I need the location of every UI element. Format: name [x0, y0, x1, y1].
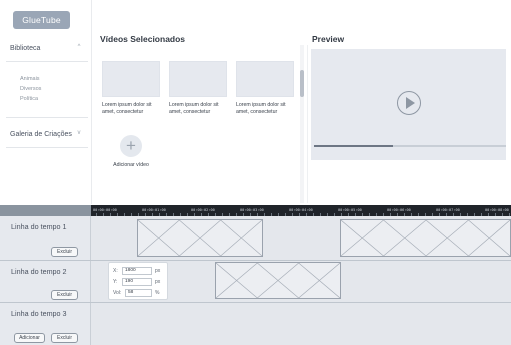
app-logo[interactable]: GlueTube [13, 11, 70, 29]
video-card[interactable]: Lorem ipsum dolor sit amet, consectetur [236, 61, 294, 115]
clip-placeholder-icon [138, 220, 262, 256]
timeline-tick-label: 00:00:03:00 [240, 208, 264, 212]
track-separator [0, 260, 511, 261]
clip-placeholder-icon [216, 263, 340, 298]
video-thumbnail[interactable] [236, 61, 294, 97]
transform-x-row: X: 1800 px [113, 266, 163, 275]
preview-progress-fill[interactable] [314, 145, 393, 147]
chevron-up-icon: ^ [77, 44, 81, 50]
video-card-text: Lorem ipsum dolor sit amet, consectetur [236, 102, 286, 115]
videos-scrollbar-track[interactable] [300, 45, 304, 203]
sidebar-item-politica[interactable]: Política [20, 96, 38, 102]
video-card[interactable]: Lorem ipsum dolor sit amet, consectetur [169, 61, 227, 115]
play-icon [406, 97, 415, 109]
video-card[interactable]: Lorem ipsum dolor sit amet, consectetur [102, 61, 160, 115]
preview-title: Preview [312, 34, 345, 44]
panel-divider [307, 45, 308, 203]
timeline-clip[interactable] [215, 262, 341, 299]
timeline-clip[interactable] [340, 219, 511, 257]
timeline-clip[interactable] [137, 219, 263, 257]
transform-vol-input[interactable]: 58 [125, 288, 152, 297]
track-separator [0, 302, 511, 303]
transform-x-input[interactable]: 1800 [122, 266, 152, 275]
transform-y-label: Y: [113, 278, 118, 285]
chevron-down-icon: v [77, 130, 81, 136]
clip-placeholder-icon [341, 220, 510, 256]
transform-vol-row: Vol: 58 % [113, 288, 163, 297]
timeline-tick-label: 00:00:05:00 [338, 208, 362, 212]
add-track-button[interactable]: Adicionar [14, 333, 45, 343]
sidebar-divider [6, 61, 88, 62]
add-video-label[interactable]: Adicionar vídeo [97, 162, 165, 168]
track-area-3[interactable] [91, 303, 511, 345]
delete-track-button[interactable]: Excluir [51, 290, 78, 300]
add-video-button[interactable]: + [120, 135, 142, 157]
transform-vol-unit: % [155, 289, 160, 296]
sidebar-divider [6, 117, 88, 118]
transform-y-row: Y: 190 px [113, 277, 163, 286]
video-card-text: Lorem ipsum dolor sit amet, consectetur [102, 102, 152, 115]
sidebar-gallery-header[interactable]: Galeria de Criações v [0, 123, 92, 145]
clip-transform-popup: X: 1800 px Y: 190 px Vol: 58 % [108, 262, 168, 300]
timeline-tick-label: 00:00:07:00 [436, 208, 460, 212]
video-thumbnail[interactable] [102, 61, 160, 97]
transform-x-unit: px [155, 267, 161, 274]
sidebar-library-header[interactable]: Biblioteca ^ [0, 37, 92, 59]
video-card-text: Lorem ipsum dolor sit amet, consectetur [169, 102, 219, 115]
plus-icon: + [126, 136, 136, 155]
timeline-tick-label: 00:00:04:00 [289, 208, 313, 212]
track-name: Linha do tempo 1 [11, 222, 67, 231]
timeline-tick-label: 00:00:08:00 [485, 208, 509, 212]
video-thumbnail[interactable] [169, 61, 227, 97]
sidebar: GlueTube Biblioteca ^ Animais Diversos P… [0, 0, 92, 204]
timeline-tick-label: 00:00:02:00 [191, 208, 215, 212]
transform-x-label: X: [113, 267, 118, 274]
transform-y-input[interactable]: 190 [122, 277, 152, 286]
transform-vol-label: Vol: [113, 289, 122, 296]
sidebar-library-label: Biblioteca [10, 44, 41, 52]
track-label-2: Linha do tempo 2 Excluir [0, 261, 91, 302]
track-name: Linha do tempo 3 [11, 309, 67, 318]
sidebar-item-animais[interactable]: Animais [20, 76, 40, 82]
timeline-tick-label: 00:00:06:00 [387, 208, 411, 212]
timeline-tick-label: 00:00:00:00 [93, 208, 117, 212]
videos-scrollbar-thumb[interactable] [300, 70, 304, 97]
track-name: Linha do tempo 2 [11, 267, 67, 276]
timeline-ruler-corner [0, 205, 91, 216]
delete-track-button[interactable]: Excluir [51, 247, 78, 257]
delete-track-button[interactable]: Excluir [51, 333, 78, 343]
track-label-1: Linha do tempo 1 Excluir [0, 216, 91, 260]
selected-videos-title: Vídeos Selecionados [100, 34, 186, 44]
sidebar-divider [6, 147, 88, 148]
timeline-tick-label: 00:00:01:00 [142, 208, 166, 212]
track-label-3: Linha do tempo 3 Adicionar Excluir [0, 303, 91, 345]
sidebar-gallery-label: Galeria de Criações [10, 130, 72, 138]
sidebar-item-diversos[interactable]: Diversos [20, 86, 41, 92]
transform-y-unit: px [155, 278, 161, 285]
